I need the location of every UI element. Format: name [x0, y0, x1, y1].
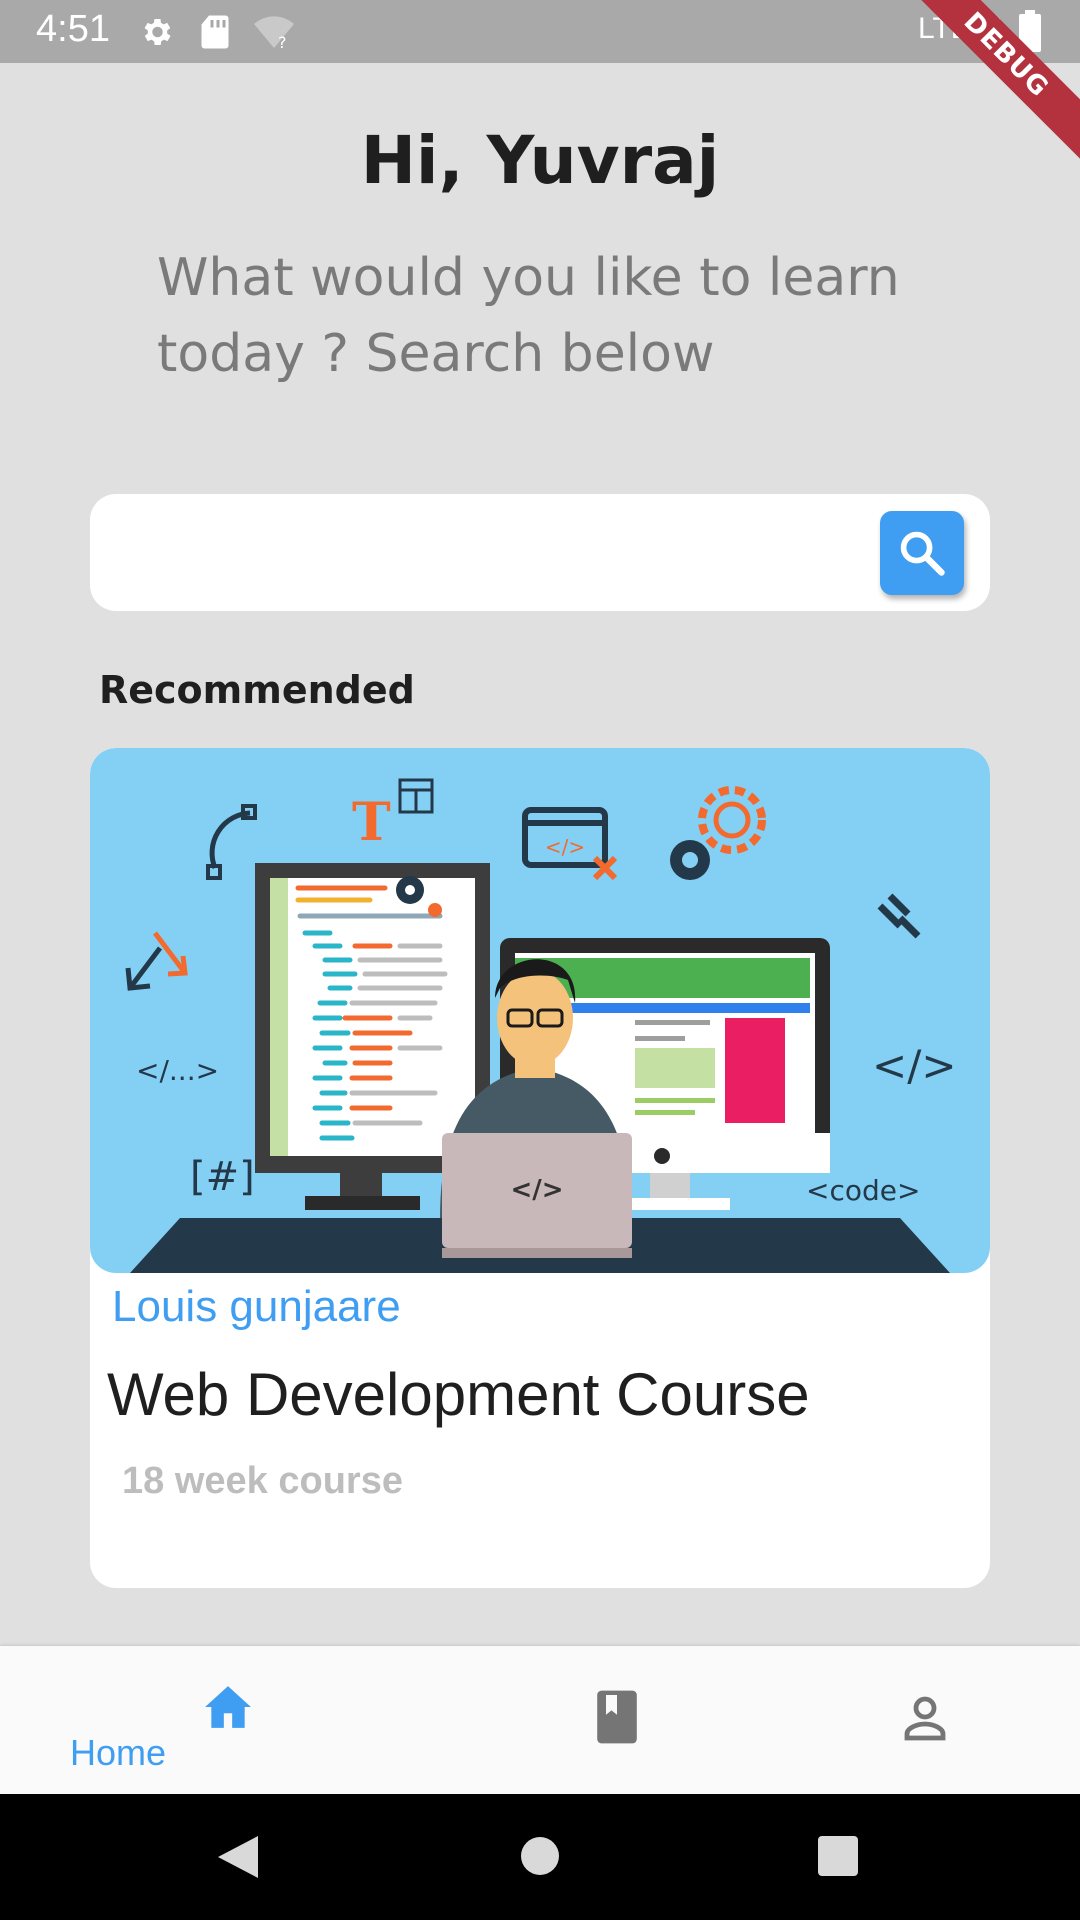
status-time: 4:51	[36, 8, 110, 50]
recents-icon[interactable]	[818, 1836, 858, 1876]
nav-item-home[interactable]: Home	[48, 1646, 408, 1794]
svg-text:?: ?	[278, 33, 287, 50]
course-title: Web Development Course	[107, 1361, 810, 1428]
settings-icon	[138, 14, 174, 54]
course-duration: 18 week course	[122, 1460, 403, 1502]
code-ellipsis-label: </...>	[136, 1054, 219, 1087]
sd-card-icon	[200, 14, 230, 54]
laptop-code-label: </>	[510, 1175, 563, 1205]
nav-item-profile[interactable]	[745, 1646, 1080, 1794]
home-icon	[205, 1686, 251, 1728]
search-icon	[900, 531, 945, 576]
person-icon	[904, 1696, 946, 1741]
close-tag-label: </>	[872, 1041, 957, 1090]
course-card[interactable]: </> T </> </...> [#] </> <code> Louis gu…	[90, 748, 990, 1588]
svg-text:</>: </>	[545, 835, 585, 859]
letter-t-label: T	[352, 792, 391, 853]
search-input[interactable]	[120, 514, 884, 592]
status-bar: 4:51 ? LTE DEBUG	[0, 0, 1080, 162]
system-navigation-bar	[0, 1794, 1080, 1920]
search-bar	[90, 494, 990, 611]
course-illustration: </> T </> </...> [#] </> <code>	[90, 748, 990, 1273]
back-icon[interactable]	[216, 1834, 260, 1880]
nav-item-library[interactable]	[437, 1646, 797, 1794]
hash-label: [#]	[190, 1154, 255, 1200]
home-circle-icon[interactable]	[520, 1836, 560, 1876]
code-tag-label: <code>	[806, 1174, 920, 1207]
wifi-unknown-icon: ?	[252, 14, 296, 54]
greeting-subtitle: What would you like to learn today ? Sea…	[157, 248, 900, 384]
bottom-navigation: Home	[0, 1646, 1080, 1794]
search-button[interactable]	[880, 511, 964, 595]
nav-label-home: Home	[69, 1732, 167, 1773]
greeting-title: Hi, Yuvraj	[360, 122, 720, 199]
book-icon	[597, 1690, 637, 1744]
section-title-recommended: Recommended	[99, 668, 415, 712]
course-instructor: Louis gunjaare	[112, 1282, 401, 1331]
